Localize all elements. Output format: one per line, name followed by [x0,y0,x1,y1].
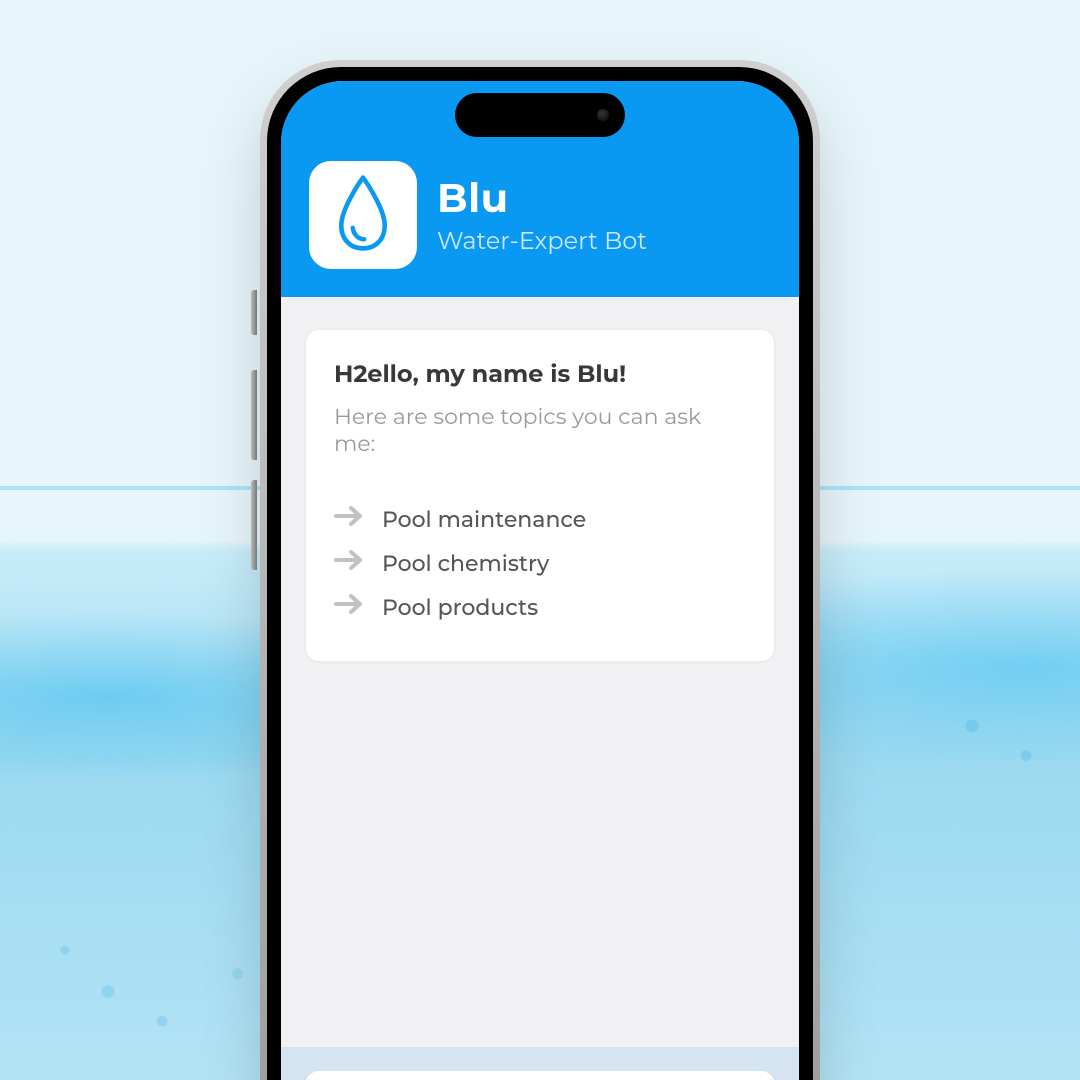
topic-pool-chemistry[interactable]: Pool chemistry [334,549,746,577]
topic-list: Pool maintenance Pool chemistry [334,505,746,621]
greeting-subtext: Here are some topics you can ask me: [334,403,746,457]
topic-label: Pool chemistry [382,550,549,577]
arrow-right-icon [334,505,364,533]
composer-bar [281,1047,799,1080]
greeting-text: H2ello, my name is Blu! [334,360,746,389]
phone-side-button [251,290,257,335]
phone-frame: Blu Water-Expert Bot H2ello, my name is … [260,60,820,1080]
composer-inner [305,1071,775,1080]
phone-side-button [251,480,257,570]
chat-body: H2ello, my name is Blu! Here are some to… [281,297,799,1047]
app-title: Blu [437,174,647,223]
topic-label: Pool maintenance [382,506,586,533]
topic-pool-products[interactable]: Pool products [334,593,746,621]
arrow-right-icon [334,593,364,621]
topic-pool-maintenance[interactable]: Pool maintenance [334,505,746,533]
intro-card: H2ello, my name is Blu! Here are some to… [305,329,775,662]
app-subtitle: Water-Expert Bot [437,227,647,256]
dynamic-island [455,93,625,137]
phone-bezel: Blu Water-Expert Bot H2ello, my name is … [267,67,813,1080]
water-drop-icon [333,173,393,258]
topic-label: Pool products [382,594,538,621]
phone-side-button [251,370,257,460]
app-logo-tile [309,161,417,269]
arrow-right-icon [334,549,364,577]
app-screen: Blu Water-Expert Bot H2ello, my name is … [281,81,799,1080]
